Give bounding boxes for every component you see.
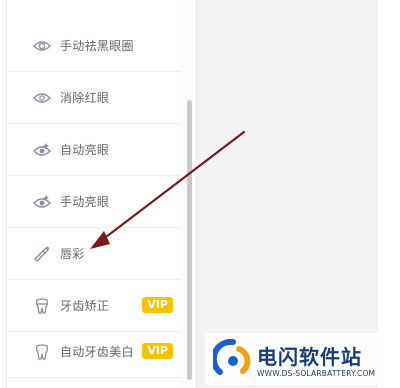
vip-badge: VIP xyxy=(142,343,173,359)
menu-item-dark-circles[interactable]: 手动祛黑眼圈 xyxy=(8,20,181,72)
menu-item-auto-teeth-whitening[interactable]: 自动牙齿美白 VIP xyxy=(8,326,181,378)
menu-item-manual-brighten-eyes[interactable]: 手动亮眼 xyxy=(8,176,181,228)
menu-item-lip-color[interactable]: 唇彩 xyxy=(8,228,181,280)
watermark-url: WWW.DS-SOLARBATTERY.COM xyxy=(257,369,376,378)
preview-panel xyxy=(195,0,378,388)
eye-sparkle-icon xyxy=(32,192,52,212)
eye-icon xyxy=(32,36,52,56)
tooth-icon xyxy=(32,342,52,362)
lipstick-icon xyxy=(32,244,52,264)
menu-item-label: 手动亮眼 xyxy=(60,195,110,209)
menu-item-label: 自动亮眼 xyxy=(60,143,110,157)
menu-item-label: 牙齿矫正 xyxy=(60,299,110,313)
menu-item-teeth-straighten[interactable]: 牙齿矫正 VIP xyxy=(8,280,181,332)
window-edge xyxy=(378,0,400,388)
menu-item-label: 自动牙齿美白 xyxy=(60,345,134,359)
vip-badge: VIP xyxy=(142,297,173,313)
menu-item-red-eye[interactable]: 消除红眼 xyxy=(8,72,181,124)
eye-sparkle-icon xyxy=(32,140,52,160)
menu-item-auto-brighten-eyes[interactable]: 自动亮眼 xyxy=(8,124,181,176)
eye-outline-icon xyxy=(32,88,52,108)
watermark: 电闪软件站 WWW.DS-SOLARBATTERY.COM xyxy=(205,333,395,385)
menu-item-label: 消除红眼 xyxy=(60,91,110,105)
tooth-brace-icon xyxy=(32,296,52,316)
feature-menu: 手动祛黑眼圈 消除红眼 自动亮眼 手动亮眼 唇彩 牙齿矫正 VIP 自动牙齿美白… xyxy=(0,0,183,388)
menu-item-label: 唇彩 xyxy=(60,247,85,261)
scrollbar-thumb[interactable] xyxy=(187,100,192,380)
watermark-logo-icon xyxy=(213,339,251,375)
watermark-title: 电闪软件站 xyxy=(257,345,362,369)
menu-item-label: 手动祛黑眼圈 xyxy=(60,39,134,53)
